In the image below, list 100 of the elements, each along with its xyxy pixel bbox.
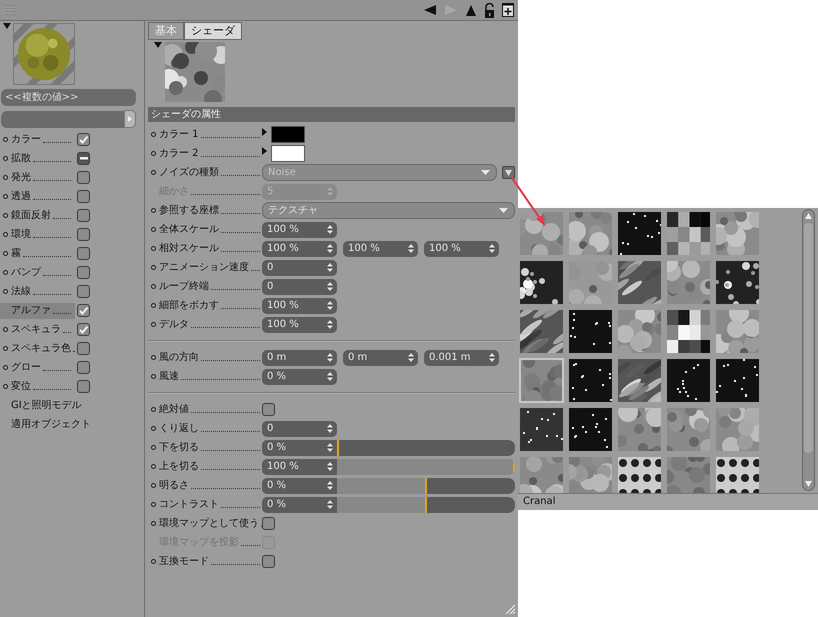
name-field[interactable]: <<複数の値>> [1, 89, 136, 106]
checkbox[interactable] [262, 517, 275, 530]
spinner-icon[interactable] [327, 353, 333, 362]
expand-arrow-icon[interactable] [262, 128, 267, 136]
channel-label[interactable]: 法線 [11, 284, 75, 300]
checkbox[interactable] [77, 266, 90, 279]
channel-label[interactable]: バンプ [11, 264, 75, 280]
resize-grip-icon[interactable] [505, 604, 515, 614]
noise-preset[interactable] [568, 358, 613, 403]
spinner-icon[interactable] [489, 353, 495, 362]
checkbox[interactable] [262, 403, 275, 416]
noise-preset[interactable] [715, 456, 760, 493]
noise-preset[interactable] [666, 358, 711, 403]
checkbox[interactable] [77, 228, 90, 241]
spinner-icon[interactable] [408, 244, 414, 253]
back-arrow-icon[interactable] [423, 4, 437, 16]
tab[interactable]: シェーダ [184, 22, 242, 40]
checkbox[interactable] [77, 171, 90, 184]
checkbox[interactable] [77, 380, 90, 393]
noise-preset[interactable] [715, 358, 760, 403]
channel-label[interactable]: アルファ [0, 302, 75, 318]
lock-icon[interactable] [484, 2, 495, 18]
checkbox[interactable] [77, 133, 90, 146]
channel-label[interactable]: 発光 [11, 170, 75, 186]
spinner-icon[interactable] [327, 500, 333, 509]
checkbox[interactable] [77, 190, 90, 203]
color-swatch[interactable] [271, 126, 305, 143]
spinner-icon[interactable] [327, 372, 333, 381]
number-field[interactable]: 0 % [262, 478, 337, 494]
number-field[interactable]: 0 % [262, 440, 337, 456]
noise-preset[interactable] [617, 358, 662, 403]
number-field[interactable]: 100 % [262, 222, 337, 238]
spinner-icon[interactable] [327, 263, 333, 272]
checkbox[interactable] [77, 323, 90, 336]
spinner-icon[interactable] [327, 443, 333, 452]
noise-preset[interactable] [617, 211, 662, 256]
noise-preset[interactable] [519, 309, 564, 354]
channel-label[interactable]: 霧 [11, 246, 75, 262]
caret-icon[interactable] [499, 208, 508, 213]
number-field[interactable]: 0 m [343, 350, 418, 366]
checkbox[interactable] [77, 209, 90, 222]
spinner-icon[interactable] [327, 244, 333, 253]
noise-preset[interactable] [666, 309, 711, 354]
number-field[interactable]: 0 % [262, 368, 337, 384]
channel-label[interactable]: 鏡面反射 [11, 208, 75, 224]
channel-label[interactable]: グロー [11, 360, 75, 376]
channel-label[interactable]: 変位 [11, 378, 75, 394]
channel-label[interactable]: 透過 [11, 188, 75, 204]
number-field[interactable]: 100 % [343, 240, 418, 256]
collapse-arrow-icon[interactable] [154, 42, 162, 48]
checkbox[interactable] [77, 342, 90, 355]
checkbox[interactable] [77, 361, 90, 374]
channel-label[interactable]: 拡散 [11, 150, 75, 166]
new-window-icon[interactable] [502, 3, 514, 17]
number-field[interactable]: 100 % [262, 298, 337, 314]
color-swatch[interactable] [271, 145, 305, 162]
up-arrow-icon[interactable] [465, 4, 477, 16]
channel-label[interactable]: GIと照明モデル [11, 398, 84, 414]
channel-label[interactable]: スペキュラ [11, 322, 75, 338]
noise-preset[interactable] [568, 309, 613, 354]
noise-preset[interactable] [666, 211, 711, 256]
noise-preset[interactable] [519, 260, 564, 305]
gallery-button[interactable] [502, 166, 515, 179]
caret-icon[interactable] [481, 170, 490, 175]
noise-preset[interactable] [715, 260, 760, 305]
channel-label[interactable]: 環境 [11, 226, 75, 242]
spinner-icon[interactable] [327, 301, 333, 310]
channel-label[interactable]: 適用オブジェクト [11, 416, 93, 432]
spinner-icon[interactable] [408, 353, 414, 362]
checkbox[interactable] [77, 285, 90, 298]
number-field[interactable]: 0.001 m [424, 350, 499, 366]
expand-arrow-icon[interactable] [262, 146, 267, 154]
spinner-icon[interactable] [327, 282, 333, 291]
dropdown[interactable]: テクスチャ [262, 202, 515, 219]
collapse-arrow-icon[interactable] [3, 23, 11, 29]
number-field[interactable]: 0 [262, 260, 337, 276]
number-field[interactable]: 100 % [424, 240, 499, 256]
spinner-icon[interactable] [327, 225, 333, 234]
spinner-icon[interactable] [327, 320, 333, 329]
number-field[interactable]: 100 % [262, 458, 337, 474]
noise-preset[interactable] [617, 456, 662, 493]
spinner-icon[interactable] [327, 424, 333, 433]
next-button[interactable] [124, 110, 136, 128]
number-field[interactable]: 0 % [262, 496, 337, 512]
number-field[interactable]: 0 [262, 420, 337, 436]
channel-label[interactable]: カラー [11, 132, 75, 148]
number-field[interactable]: 0 m [262, 350, 337, 366]
checkbox[interactable] [262, 555, 275, 568]
number-field[interactable]: 0 [262, 278, 337, 294]
selector-field[interactable] [1, 110, 124, 128]
checkbox[interactable] [77, 152, 90, 165]
scrollbar[interactable] [802, 209, 815, 491]
noise-preset[interactable] [519, 407, 564, 452]
number-field[interactable]: 100 % [262, 316, 337, 332]
number-field[interactable]: 100 % [262, 240, 337, 256]
spinner-icon[interactable] [489, 244, 495, 253]
checkbox[interactable] [77, 304, 90, 317]
spinner-icon[interactable] [327, 481, 333, 490]
checkbox[interactable] [77, 247, 90, 260]
spinner-icon[interactable] [327, 462, 333, 471]
